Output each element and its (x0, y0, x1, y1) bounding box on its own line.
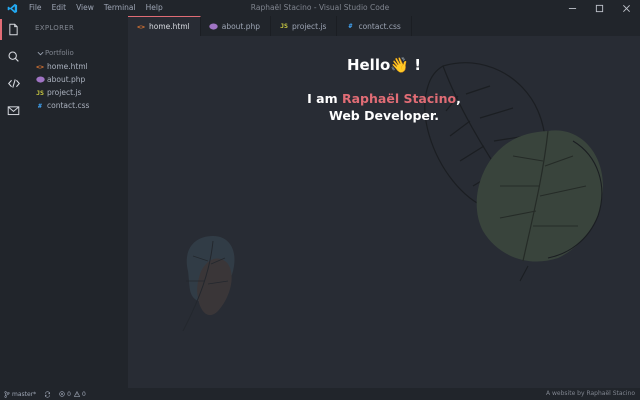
intro-text: I am Raphaël Stacino, Web Developer. (128, 90, 640, 124)
waving-hand-icon: 👋 (390, 56, 409, 74)
error-icon (59, 391, 65, 397)
search-icon[interactable] (0, 43, 27, 70)
tab-label: about.php (221, 21, 261, 31)
html-file-icon: <> (36, 62, 44, 71)
file-label: contact.css (47, 101, 90, 110)
tab-label: contact.css (358, 21, 401, 31)
file-label: home.html (47, 62, 88, 71)
php-file-icon (35, 76, 45, 83)
php-file-icon (209, 22, 219, 30)
greeting-text: Hello (346, 56, 391, 74)
menu-bar: File Edit View Terminal Help (24, 0, 168, 16)
explorer-title: EXPLORER (35, 24, 75, 32)
vscode-logo-icon (0, 0, 24, 16)
mail-icon[interactable] (0, 97, 27, 124)
file-about-php[interactable]: about.php (27, 73, 128, 86)
file-project-js[interactable]: JS project.js (27, 86, 128, 99)
js-file-icon: JS (36, 88, 44, 97)
file-label: about.php (47, 75, 86, 84)
tab-bar: <> home.html about.php JS project.js # c… (128, 16, 640, 36)
js-file-icon: JS (280, 22, 288, 30)
css-file-icon: # (348, 22, 353, 30)
tab-label: home.html (149, 22, 190, 31)
branch-indicator[interactable]: master* (4, 391, 36, 398)
file-label: project.js (47, 88, 82, 97)
chevron-down-icon (35, 48, 45, 58)
menu-file[interactable]: File (24, 0, 47, 16)
file-contact-css[interactable]: # contact.css (27, 99, 128, 112)
developer-name: Raphaël Stacino (342, 91, 457, 106)
tab-about-php[interactable]: about.php (200, 16, 272, 36)
intro-suffix: , (456, 91, 461, 106)
activity-bar (0, 16, 27, 388)
editor-area: Hello👋 ! I am Raphaël Stacino, Web Devel… (128, 36, 640, 388)
sync-icon[interactable] (44, 390, 51, 398)
menu-terminal[interactable]: Terminal (99, 0, 141, 16)
tab-contact-css[interactable]: # contact.css (337, 16, 412, 36)
close-icon[interactable] (613, 0, 640, 16)
greeting-end: ! (408, 56, 422, 74)
html-file-icon: <> (137, 22, 145, 31)
folder-portfolio[interactable]: Portfolio (27, 46, 128, 60)
error-count: 0 (67, 390, 71, 398)
role-line: Web Developer. (328, 108, 440, 123)
menu-help[interactable]: Help (141, 0, 168, 16)
status-bar: master* 0 0 A website by Raphaël Stacino (0, 388, 640, 400)
file-home-html[interactable]: <> home.html (27, 60, 128, 73)
git-branch-icon (4, 390, 10, 398)
files-icon[interactable] (0, 16, 27, 43)
warning-icon (74, 391, 80, 397)
title-bar: File Edit View Terminal Help Raphaël Sta… (0, 0, 640, 16)
folder-label: Portfolio (45, 49, 74, 57)
tab-label: project.js (292, 21, 327, 31)
faded-leaves (182, 236, 235, 332)
warning-count: 0 (82, 390, 86, 398)
window-controls (559, 0, 640, 16)
minimize-icon[interactable] (559, 0, 586, 16)
menu-view[interactable]: View (71, 0, 99, 16)
intro-prefix: I am (307, 91, 342, 106)
leaf-illustration (182, 62, 603, 332)
menu-edit[interactable]: Edit (47, 0, 72, 16)
tab-project-js[interactable]: JS project.js (271, 16, 338, 36)
problems-indicator[interactable]: 0 0 (59, 391, 86, 398)
css-file-icon: # (38, 101, 42, 110)
maximize-icon[interactable] (586, 0, 613, 16)
explorer-sidebar: EXPLORER Portfolio <> home.html about.ph… (27, 16, 128, 388)
greeting-heading: Hello👋 ! (128, 56, 640, 74)
branch-label: master* (12, 390, 37, 398)
credit-text: A website by Raphaël Stacino (546, 390, 635, 397)
intro-line: I am Raphaël Stacino, (128, 90, 640, 107)
tab-home-html[interactable]: <> home.html (128, 16, 201, 36)
code-icon[interactable] (0, 70, 27, 97)
